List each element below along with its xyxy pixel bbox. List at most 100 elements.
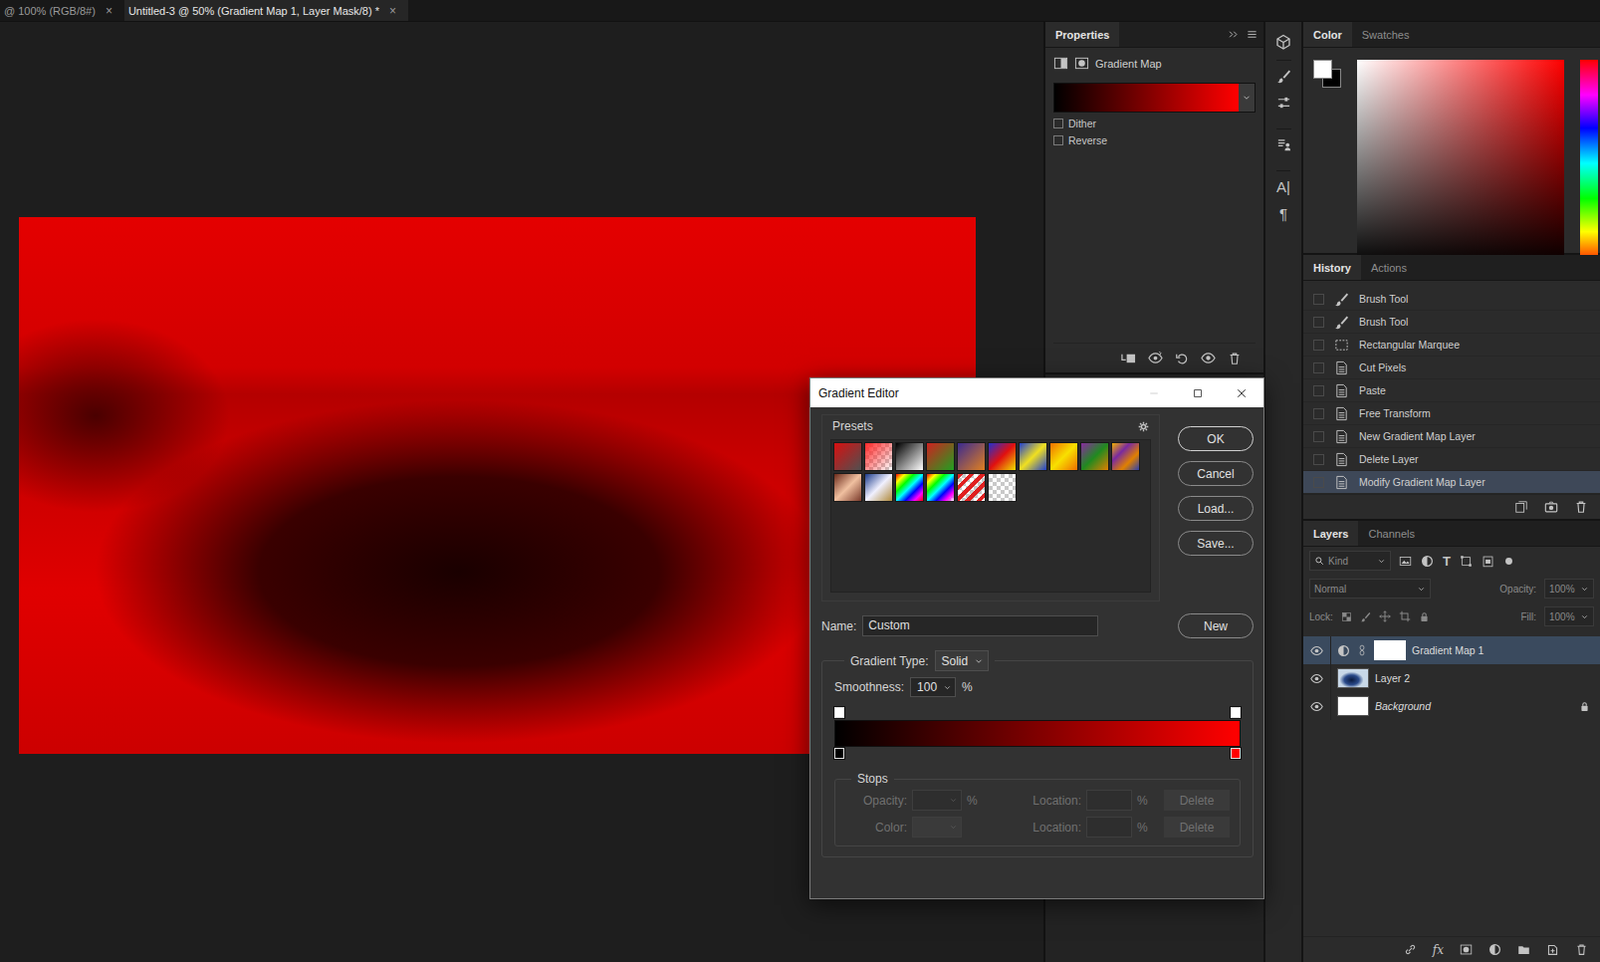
color-stop[interactable] [1230, 747, 1241, 759]
panel-shortcut[interactable]: A| [1276, 179, 1291, 195]
visibility-toggle[interactable] [1303, 664, 1332, 692]
panel-tab[interactable]: Channels [1358, 520, 1424, 546]
lock-icon[interactable] [1579, 700, 1591, 712]
chevron-icon[interactable] [1241, 92, 1252, 103]
preset-swatch[interactable] [833, 472, 863, 502]
reset-icon[interactable] [1174, 351, 1189, 366]
trash-icon[interactable] [1575, 942, 1589, 956]
close-button[interactable] [1219, 378, 1264, 408]
new-layer-icon[interactable] [1546, 942, 1560, 956]
clip-icon[interactable] [1121, 350, 1137, 366]
visibility-toggle[interactable] [1303, 691, 1332, 720]
foreground-color-swatch[interactable] [1313, 59, 1333, 79]
panel-tab[interactable]: Layers [1303, 520, 1359, 546]
artboard-icon[interactable] [1398, 610, 1411, 623]
maximize-button[interactable] [1175, 378, 1220, 408]
fill-field[interactable]: 100% [1544, 606, 1595, 627]
option-checkbox[interactable]: Reverse [1053, 134, 1256, 147]
document-tab[interactable]: @ 100% (RGB/8#)× [0, 0, 125, 21]
hue-slider[interactable] [1580, 59, 1599, 267]
preset-swatch[interactable] [895, 472, 924, 502]
cube-icon[interactable] [1275, 33, 1292, 50]
preset-swatch[interactable] [987, 442, 1017, 471]
new-document-icon[interactable] [1514, 499, 1529, 514]
adjustment-icon[interactable] [1488, 942, 1502, 956]
adjustment-icon[interactable] [1337, 644, 1351, 658]
color-stop[interactable] [834, 747, 845, 759]
name-input[interactable]: Custom [862, 615, 1099, 637]
previous-state-icon[interactable] [1147, 350, 1163, 366]
history-item[interactable]: Free Transform [1303, 402, 1600, 426]
history-item[interactable]: Modify Gradient Map Layer [1303, 470, 1600, 494]
close-icon[interactable] [1235, 387, 1248, 400]
dialog-title-bar[interactable]: Gradient Editor [810, 378, 1264, 408]
menu-icon[interactable] [1246, 28, 1258, 40]
new-button[interactable]: New [1177, 613, 1254, 639]
panel-tab[interactable]: Swatches [1352, 21, 1420, 47]
layer-thumbnail[interactable] [1337, 668, 1370, 688]
opacity-stop[interactable] [1230, 706, 1241, 718]
document-tab[interactable]: Untitled-3 @ 50% (Gradient Map 1, Layer … [124, 0, 409, 21]
eye-icon[interactable] [1200, 350, 1216, 366]
gradient-type-select[interactable]: Solid [934, 650, 990, 672]
preset-swatch[interactable] [1018, 442, 1048, 471]
panel-tab[interactable]: Color [1303, 21, 1353, 47]
history-item[interactable]: Rectangular Marquee [1303, 333, 1600, 357]
preset-swatch[interactable] [956, 442, 986, 471]
stamp-icon[interactable] [1276, 137, 1292, 153]
adjustment-icon[interactable] [1420, 554, 1434, 568]
trash-icon[interactable] [1227, 351, 1242, 366]
double-chevron-icon[interactable] [1227, 28, 1239, 40]
panel-tab[interactable]: History [1303, 254, 1362, 280]
dialog-button[interactable]: Load... [1177, 495, 1254, 521]
close-tab-button[interactable]: × [389, 3, 397, 18]
layer-thumbnail[interactable] [1337, 695, 1370, 716]
layer-row[interactable]: Background [1303, 691, 1600, 720]
gradient-preview[interactable] [1054, 83, 1239, 112]
gradient-bar[interactable] [834, 719, 1241, 747]
history-item[interactable]: Brush Tool [1303, 287, 1600, 311]
preset-swatch[interactable] [895, 442, 924, 471]
sliders-icon[interactable] [1276, 95, 1292, 111]
toggle-icon[interactable] [1503, 555, 1515, 567]
mask-icon[interactable] [1459, 942, 1473, 956]
smoothness-field[interactable]: 100 [910, 677, 956, 697]
history-item[interactable]: Paste [1303, 379, 1600, 403]
trash-icon[interactable] [1574, 499, 1589, 514]
layer-mask-thumbnail[interactable] [1373, 640, 1406, 661]
close-tab-button[interactable]: × [105, 3, 113, 18]
blend-mode-dropdown[interactable]: Normal [1309, 578, 1431, 599]
preset-swatch[interactable] [987, 472, 1017, 502]
folder-icon[interactable] [1517, 942, 1531, 956]
layer-filter-dropdown[interactable]: Kind [1309, 550, 1391, 571]
preset-swatch[interactable] [1080, 442, 1110, 471]
gradient-picker[interactable] [1053, 82, 1256, 113]
panel-tab[interactable]: Properties [1045, 21, 1120, 47]
image-icon[interactable] [1398, 554, 1412, 568]
color-stops-track[interactable] [834, 746, 1241, 760]
fx-button[interactable]: fx [1432, 942, 1444, 957]
dialog-button[interactable]: Cancel [1177, 460, 1254, 486]
smart-object-icon[interactable] [1481, 554, 1495, 568]
checker-icon[interactable] [1341, 611, 1353, 623]
layer-row[interactable]: Gradient Map 1 [1303, 636, 1600, 665]
visibility-toggle[interactable] [1303, 636, 1332, 665]
eye-icon[interactable] [1310, 644, 1324, 658]
type-filter[interactable]: T [1442, 553, 1451, 569]
preset-swatch[interactable] [1111, 442, 1141, 471]
history-item[interactable]: Delete Layer [1303, 448, 1600, 471]
preset-swatch[interactable] [833, 442, 863, 471]
lock-icon[interactable] [1418, 611, 1430, 623]
gear-icon[interactable] [1138, 421, 1149, 433]
preset-swatch[interactable] [1049, 442, 1079, 471]
panel-shortcut[interactable]: ¶ [1279, 206, 1288, 222]
shape-icon[interactable] [1459, 554, 1473, 568]
maximize-icon[interactable] [1191, 387, 1204, 400]
opacity-stop[interactable] [834, 706, 845, 718]
color-field[interactable] [1357, 59, 1565, 267]
preset-swatch[interactable] [864, 472, 894, 502]
history-item[interactable]: Brush Tool [1303, 310, 1600, 334]
opacity-stops-track[interactable] [834, 706, 1241, 720]
eye-icon[interactable] [1310, 699, 1324, 713]
chain-icon[interactable] [1356, 644, 1369, 657]
